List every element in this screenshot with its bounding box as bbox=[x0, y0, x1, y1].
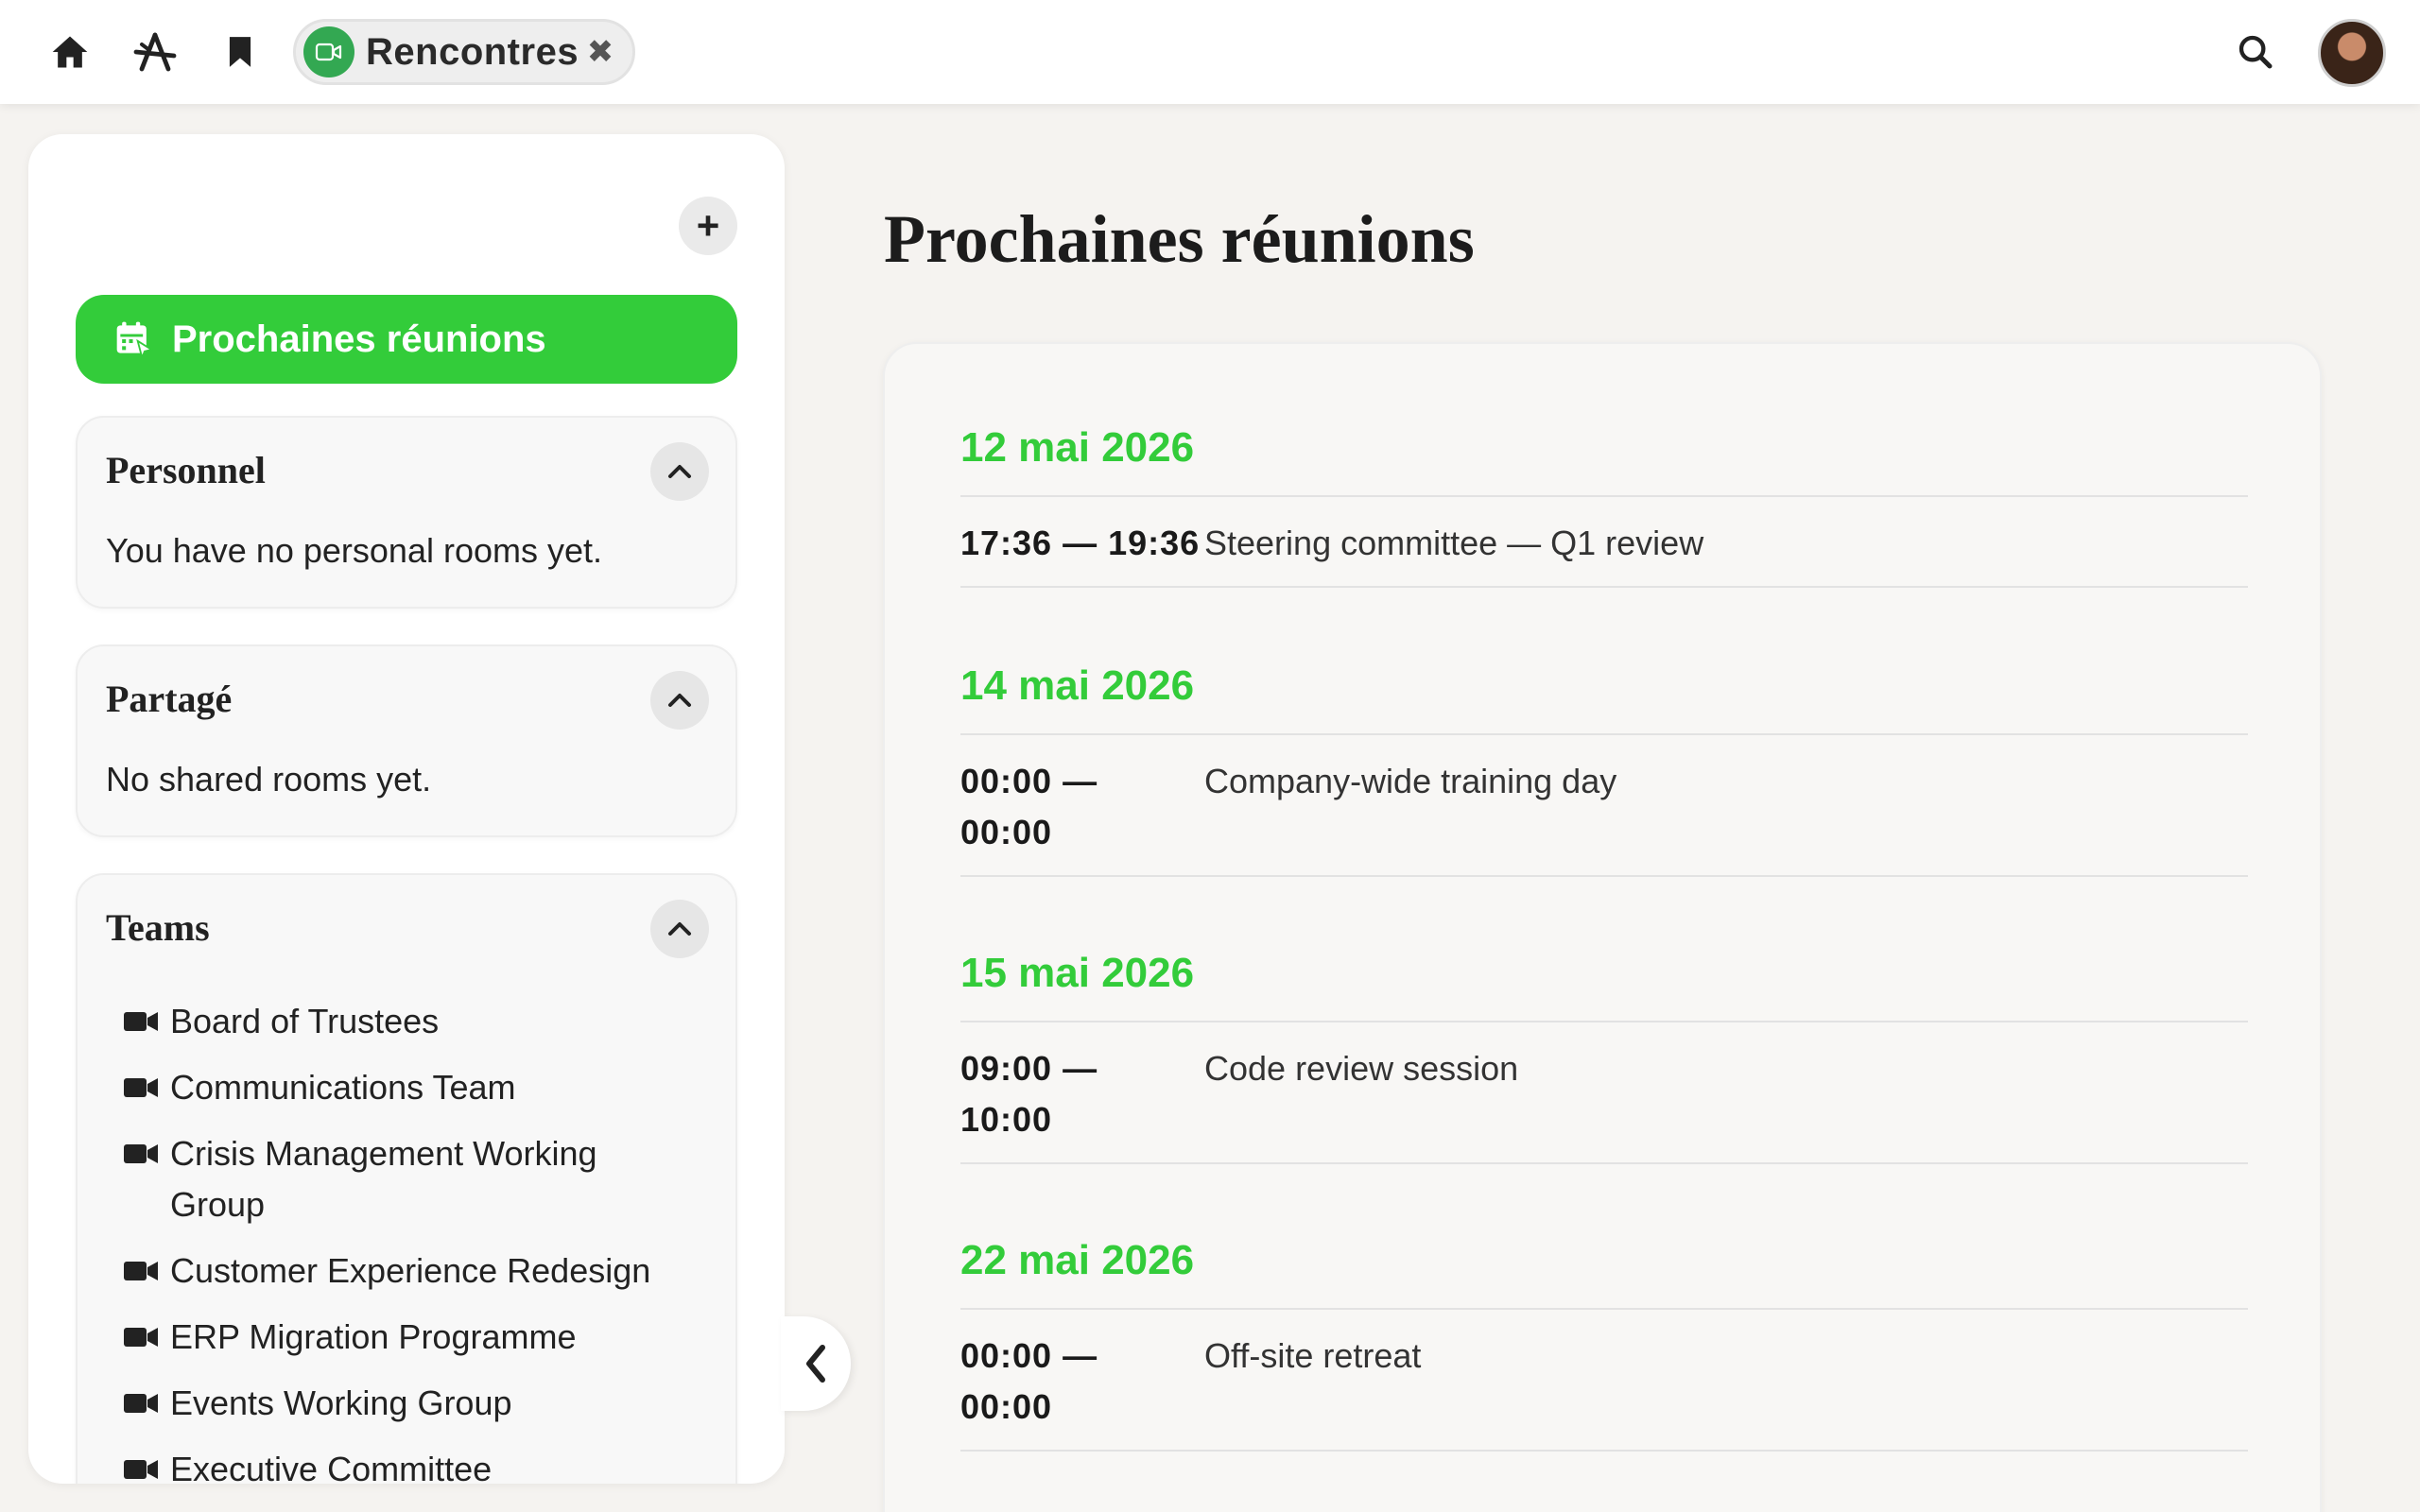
teams-list: Board of Trustees Communications Team Cr… bbox=[123, 996, 709, 1484]
team-item[interactable]: Events Working Group bbox=[123, 1378, 709, 1429]
day-group: 14 mai 2026 00:00 — 00:00 Company-wide t… bbox=[960, 660, 2248, 877]
chevron-left-icon bbox=[806, 1345, 825, 1383]
chevron-up-icon[interactable] bbox=[650, 671, 709, 730]
event-row[interactable]: 09:00 — 10:00 Code review session bbox=[960, 1022, 2248, 1164]
close-tab-icon[interactable]: ✖ bbox=[583, 34, 617, 70]
event-row[interactable]: 00:00 — 00:00 Off-site retreat bbox=[960, 1310, 2248, 1452]
event-title: Off-site retreat bbox=[1204, 1336, 1422, 1375]
add-room-button[interactable]: + bbox=[679, 197, 737, 255]
personal-rooms-title: Personnel bbox=[106, 449, 266, 491]
shared-rooms-title: Partagé bbox=[106, 678, 233, 720]
app-name: Rencontres bbox=[366, 30, 579, 73]
upcoming-meetings-label: Prochaines réunions bbox=[172, 318, 546, 360]
event-time: 09:00 — 10:00 bbox=[960, 1049, 1098, 1139]
day-group: 22 mai 2026 00:00 — 00:00 Off-site retre… bbox=[960, 1234, 2248, 1452]
event-row[interactable]: 17:36 — 19:36 Steering committee — Q1 re… bbox=[960, 497, 2248, 588]
day-date: 12 mai 2026 bbox=[960, 421, 2248, 497]
teams-panel: Teams Board of Trustees Communications T… bbox=[76, 873, 737, 1484]
team-item[interactable]: Communications Team bbox=[123, 1062, 709, 1113]
video-camera-icon bbox=[123, 1378, 161, 1429]
search-icon[interactable] bbox=[2229, 26, 2282, 78]
day-date: 15 mai 2026 bbox=[960, 947, 2248, 1022]
personal-rooms-panel: Personnel You have no personal rooms yet… bbox=[76, 416, 737, 609]
video-camera-icon bbox=[123, 1444, 161, 1484]
event-title: Company-wide training day bbox=[1204, 762, 1617, 800]
calendar-icon bbox=[116, 321, 154, 360]
personal-rooms-empty: You have no personal rooms yet. bbox=[106, 531, 603, 570]
day-date: 14 mai 2026 bbox=[960, 660, 2248, 735]
active-app-tab[interactable]: Rencontres ✖ bbox=[293, 19, 635, 85]
video-camera-icon bbox=[123, 1062, 161, 1113]
chevron-up-icon[interactable] bbox=[650, 442, 709, 501]
team-item[interactable]: Crisis Management Working Group bbox=[123, 1128, 709, 1230]
day-group: 12 mai 2026 17:36 — 19:36 Steering commi… bbox=[960, 421, 2248, 588]
team-item[interactable]: Board of Trustees bbox=[123, 996, 709, 1047]
sidebar: + Prochaines réunions Personnel You have… bbox=[28, 134, 785, 1484]
user-avatar[interactable] bbox=[2318, 19, 2386, 87]
event-time: 00:00 — 00:00 bbox=[960, 762, 1098, 851]
bookmark-icon[interactable] bbox=[214, 26, 267, 78]
video-icon bbox=[303, 26, 354, 77]
shared-rooms-empty: No shared rooms yet. bbox=[106, 760, 432, 799]
video-camera-icon bbox=[123, 1128, 161, 1179]
day-group: 15 mai 2026 09:00 — 10:00 Code review se… bbox=[960, 947, 2248, 1164]
video-camera-icon bbox=[123, 1246, 161, 1297]
top-bar: Rencontres ✖ bbox=[0, 0, 2420, 104]
chevron-up-icon[interactable] bbox=[650, 900, 709, 958]
event-title: Steering committee — Q1 review bbox=[1204, 524, 1704, 562]
event-title: Code review session bbox=[1204, 1049, 1519, 1088]
event-time: 17:36 — 19:36 bbox=[960, 524, 1201, 562]
upcoming-meetings-card: 12 mai 2026 17:36 — 19:36 Steering commi… bbox=[883, 342, 2322, 1512]
shared-rooms-panel: Partagé No shared rooms yet. bbox=[76, 644, 737, 837]
page-title: Prochaines réunions bbox=[884, 201, 1475, 277]
day-date: 22 mai 2026 bbox=[960, 1234, 2248, 1310]
teams-title: Teams bbox=[106, 906, 210, 949]
upcoming-meetings-button[interactable]: Prochaines réunions bbox=[76, 295, 737, 384]
collapse-sidebar-button[interactable] bbox=[781, 1316, 851, 1411]
team-item[interactable]: ERP Migration Programme bbox=[123, 1312, 709, 1363]
team-item[interactable]: Customer Experience Redesign bbox=[123, 1246, 709, 1297]
event-row[interactable]: 00:00 — 00:00 Company-wide training day bbox=[960, 735, 2248, 877]
apps-icon[interactable] bbox=[129, 26, 182, 78]
video-camera-icon bbox=[123, 1312, 161, 1363]
event-time: 00:00 — 00:00 bbox=[960, 1336, 1098, 1426]
team-item[interactable]: Executive Committee bbox=[123, 1444, 709, 1484]
video-camera-icon bbox=[123, 996, 161, 1047]
home-icon[interactable] bbox=[43, 26, 96, 78]
